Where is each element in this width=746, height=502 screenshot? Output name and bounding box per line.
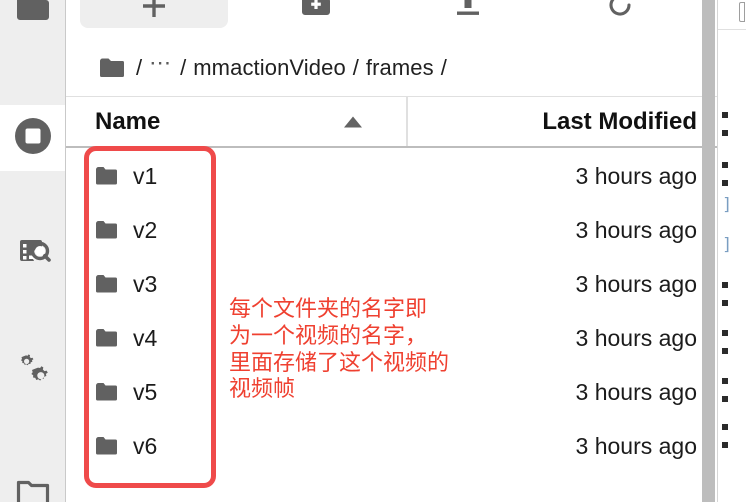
breadcrumb[interactable]: / ⋯ / mmactionVideo / frames / <box>66 42 717 94</box>
sidebar-item-running[interactable] <box>0 105 65 171</box>
new-folder-button[interactable] <box>242 0 390 28</box>
code-fragment <box>722 378 728 384</box>
file-list-header: Name Last Modified <box>66 96 717 148</box>
breadcrumb-separator-4: / <box>440 55 447 80</box>
file-name-cell: v2 <box>66 217 408 244</box>
column-header-last-modified[interactable]: Last Modified <box>408 97 717 146</box>
sidebar-item-file-browser[interactable] <box>0 462 65 502</box>
file-last-modified-label: 3 hours ago <box>575 216 697 243</box>
table-row[interactable]: v2 3 hours ago <box>66 203 717 257</box>
code-fragment <box>722 300 728 306</box>
new-folder-icon <box>301 0 331 24</box>
file-name-label: v1 <box>133 162 158 189</box>
breadcrumb-separator-2: / <box>180 55 187 80</box>
code-fragment <box>722 162 728 168</box>
notebook-tab-edge[interactable] <box>739 2 745 22</box>
file-last-modified-label: 3 hours ago <box>575 432 697 459</box>
column-header-name[interactable]: Name <box>66 97 408 146</box>
notebook-toolbar <box>718 0 746 30</box>
column-header-last-modified-label: Last Modified <box>542 107 697 135</box>
folder-icon <box>95 274 119 294</box>
folder-icon <box>95 166 119 186</box>
file-name-label: v4 <box>133 324 158 351</box>
file-last-modified-label: 3 hours ago <box>575 162 697 189</box>
sidebar-item-commands[interactable] <box>0 223 65 289</box>
plus-icon <box>141 0 167 24</box>
table-row[interactable]: v6 3 hours ago <box>66 419 717 473</box>
code-fragment <box>722 330 728 336</box>
running-kernels-icon <box>13 116 53 161</box>
file-name-label: v6 <box>133 432 158 459</box>
code-fragment-bracket: ] <box>722 195 733 215</box>
refresh-icon <box>606 0 634 24</box>
file-browser-toolbar <box>66 0 717 40</box>
scrollbar-thumb[interactable] <box>702 0 715 502</box>
code-fragment <box>722 396 728 402</box>
jupyterlab-window: / ⋯ / mmactionVideo / frames / Name Last… <box>0 0 746 502</box>
sort-ascending-icon <box>344 116 362 127</box>
commands-search-icon <box>15 236 51 277</box>
sidebar-item-files[interactable] <box>0 0 65 44</box>
file-browser-icon <box>16 478 50 502</box>
refresh-button[interactable] <box>546 0 694 28</box>
vertical-scrollbar[interactable] <box>702 0 715 502</box>
sidebar-item-extensions[interactable] <box>0 340 65 406</box>
upload-icon <box>455 0 481 24</box>
breadcrumb-separator-1: / <box>136 55 143 80</box>
code-fragment <box>722 442 728 448</box>
file-name-cell: v1 <box>66 163 408 190</box>
extension-manager-icon <box>14 352 52 395</box>
column-header-name-label: Name <box>95 107 161 135</box>
file-name-cell: v3 <box>66 271 408 298</box>
folder-icon <box>95 328 119 348</box>
code-fragment-bracket: ] <box>722 235 733 255</box>
annotation-text: 每个文件夹的名字即 为一个视频的名字， 里面存储了这个视频的 视频帧 <box>229 297 450 403</box>
breadcrumb-ellipsis[interactable]: ⋯ <box>149 50 173 76</box>
code-fragment <box>722 348 728 354</box>
folder-top-icon <box>16 0 50 28</box>
breadcrumb-home-icon[interactable] <box>99 57 125 79</box>
table-row[interactable]: v1 3 hours ago <box>66 149 717 203</box>
activity-sidebar <box>0 0 66 502</box>
breadcrumb-separator-3: / <box>352 55 359 80</box>
breadcrumb-segment-mmactionvideo[interactable]: mmactionVideo <box>193 55 346 81</box>
new-launcher-button[interactable] <box>80 0 228 28</box>
folder-icon <box>95 436 119 456</box>
code-fragment <box>722 112 728 118</box>
file-browser-panel: / ⋯ / mmactionVideo / frames / Name Last… <box>66 0 717 502</box>
code-fragment <box>722 424 728 430</box>
file-name-cell: v6 <box>66 433 408 460</box>
file-name-label: v3 <box>133 270 158 297</box>
upload-button[interactable] <box>394 0 542 28</box>
folder-icon <box>95 382 119 402</box>
file-name-label: v2 <box>133 216 158 243</box>
folder-icon <box>95 220 119 240</box>
file-name-label: v5 <box>133 378 158 405</box>
code-fragment <box>722 282 728 288</box>
breadcrumb-segment-frames[interactable]: frames <box>366 55 434 81</box>
code-fragment <box>722 130 728 136</box>
file-last-modified-label: 3 hours ago <box>575 270 697 297</box>
adjacent-notebook-panel: ] ] <box>717 0 746 502</box>
code-fragment <box>722 180 728 186</box>
